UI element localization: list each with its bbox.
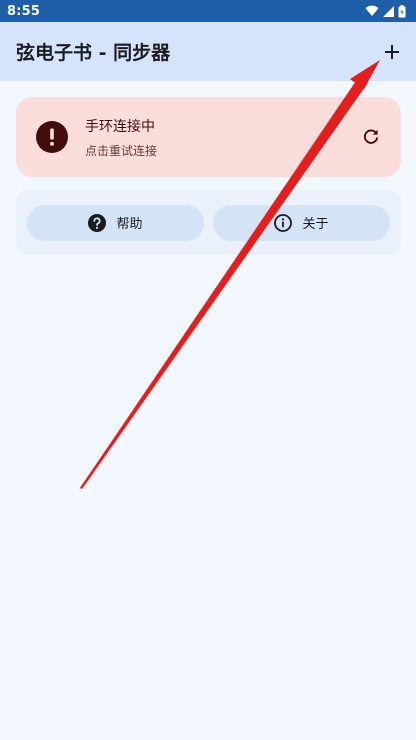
connection-card[interactable]: 手环连接中 点击重试连接 [16, 97, 401, 177]
signal-icon [383, 5, 394, 17]
status-bar: 8:55 [0, 0, 416, 22]
status-icons [365, 4, 406, 18]
help-button[interactable]: 帮助 [27, 204, 204, 241]
actions-card: 帮助 关于 [16, 190, 401, 255]
status-time: 8:55 [7, 3, 41, 19]
add-button[interactable] [376, 36, 408, 68]
app-bar: 弦电子书 - 同步器 [0, 22, 416, 81]
help-icon [88, 213, 107, 232]
wifi-icon [365, 5, 379, 16]
page-title: 弦电子书 - 同步器 [16, 42, 171, 64]
retry-hint: 点击重试连接 [85, 143, 158, 158]
add-icon [385, 44, 399, 59]
help-label: 帮助 [116, 217, 143, 232]
about-button[interactable]: 关于 [213, 204, 390, 241]
retry-button[interactable] [357, 123, 385, 151]
info-icon [274, 213, 293, 232]
battery-icon [398, 4, 406, 17]
error-icon [36, 121, 68, 153]
about-label: 关于 [302, 217, 329, 232]
connection-texts: 手环连接中 点击重试连接 [85, 116, 357, 159]
connection-status: 手环连接中 [85, 118, 155, 135]
refresh-icon [363, 129, 379, 144]
